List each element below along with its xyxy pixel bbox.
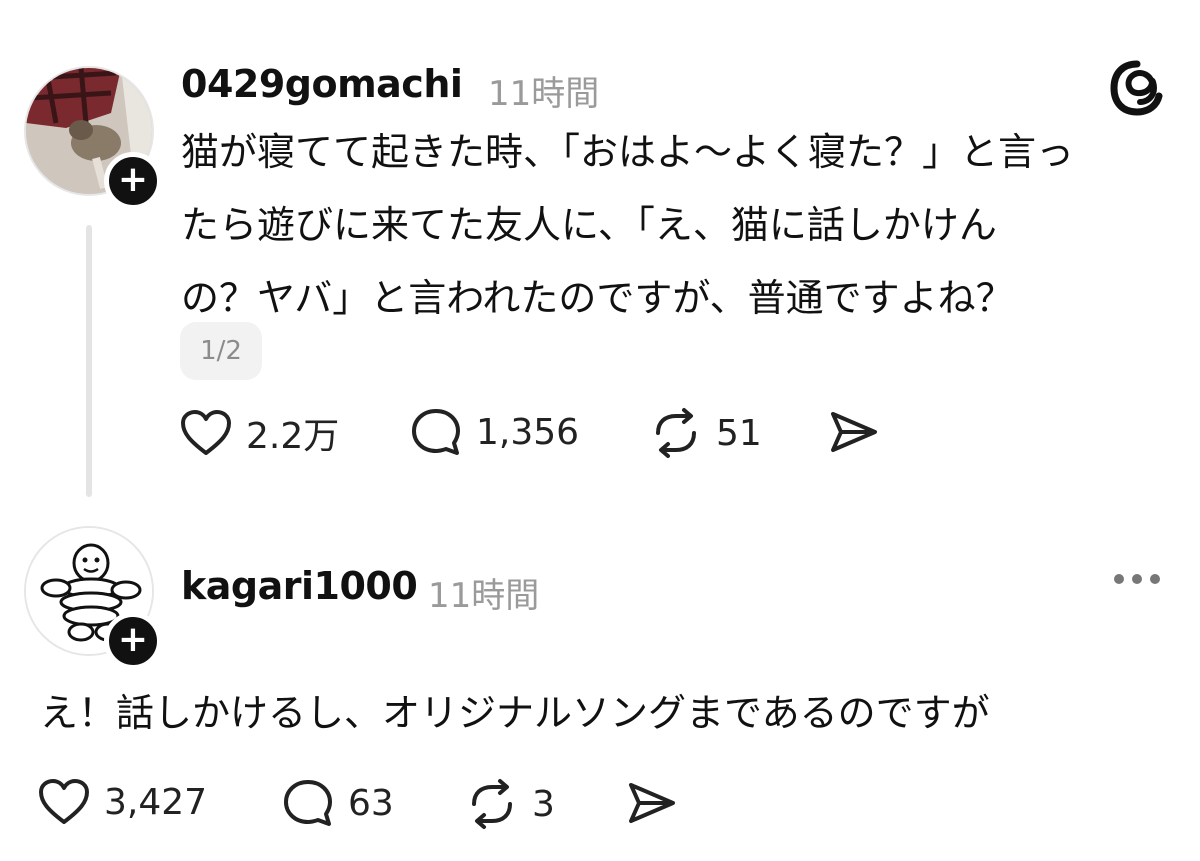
repost-button[interactable]: 51	[650, 407, 762, 459]
like-count: 2.2万	[246, 416, 340, 457]
comment-icon	[412, 409, 460, 455]
like-button[interactable]: 2.2万	[180, 407, 339, 459]
follow-plus-icon[interactable]: +	[104, 612, 162, 670]
post-body: え！話しかけるし、オリジナルソングまであるのですが	[40, 691, 990, 735]
post-body: 猫が寝てて起きた時、「おはよ〜よく寝た？」と言っ たら遊びに来てた友人に、「え、…	[181, 130, 1075, 320]
share-button[interactable]	[626, 780, 678, 826]
reply-count: 1,356	[476, 411, 580, 453]
share-button[interactable]	[828, 409, 880, 455]
page-indicator-badge: 1/2	[180, 322, 262, 380]
post-username[interactable]: 0429gomachi	[181, 62, 463, 106]
post-timestamp: 11時間	[488, 74, 600, 114]
threads-logo-icon[interactable]	[1108, 58, 1166, 118]
repost-icon	[656, 408, 696, 458]
reply-button[interactable]: 1,356	[410, 407, 579, 457]
thread-connector-line	[86, 225, 92, 497]
like-count: 3,427	[104, 781, 208, 823]
repost-icon	[472, 779, 512, 829]
share-icon	[831, 412, 877, 452]
repost-count: 3	[532, 783, 555, 825]
post-username[interactable]: kagari1000	[181, 564, 418, 608]
more-icon[interactable]	[1114, 574, 1160, 584]
repost-count: 51	[716, 412, 762, 454]
heart-icon	[181, 410, 231, 455]
repost-button[interactable]: 3	[466, 778, 555, 830]
reply-button[interactable]: 63	[282, 778, 394, 828]
post-timestamp: 11時間	[428, 576, 540, 616]
like-button[interactable]: 3,427	[38, 778, 207, 826]
comment-icon	[284, 780, 332, 826]
follow-plus-icon[interactable]: +	[104, 152, 162, 210]
reply-count: 63	[348, 782, 394, 824]
heart-icon	[39, 779, 89, 824]
share-icon	[629, 783, 675, 823]
